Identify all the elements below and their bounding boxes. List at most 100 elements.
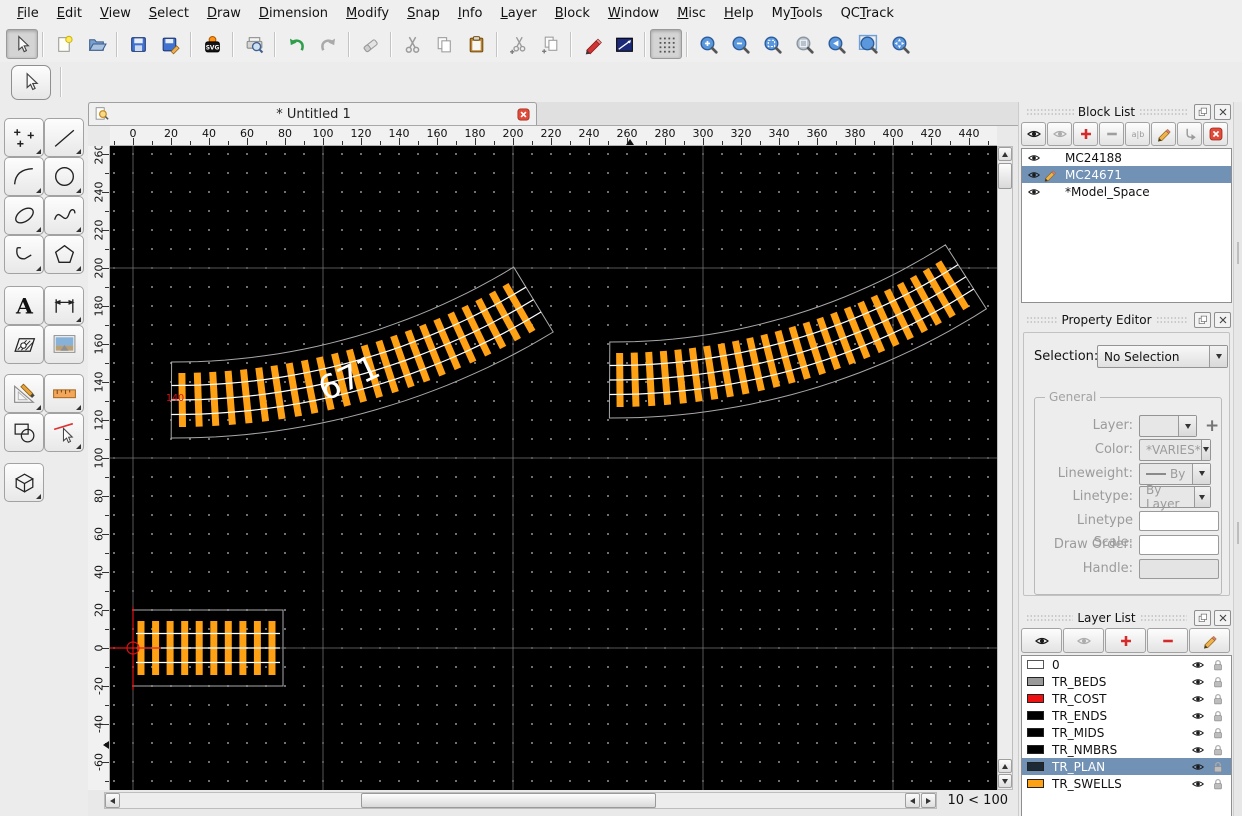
menu-item-draw[interactable]: Draw	[198, 1, 250, 26]
menu-item-dimension[interactable]: Dimension	[250, 1, 337, 26]
visibility-eye-icon[interactable]	[1191, 743, 1207, 757]
newfile-button[interactable]	[48, 29, 80, 59]
menu-item-edit[interactable]: Edit	[48, 1, 91, 26]
menu-item-mytools[interactable]: MyTools	[763, 1, 832, 26]
block-row-MC24671[interactable]: MC24671	[1022, 166, 1231, 183]
points-tool-button[interactable]	[4, 118, 44, 157]
open-button[interactable]	[80, 29, 112, 59]
menu-item-view[interactable]: View	[91, 1, 140, 26]
dimension-tool-button[interactable]	[44, 286, 84, 325]
layer-combobox[interactable]	[1139, 415, 1197, 437]
lock-icon[interactable]	[1211, 726, 1225, 740]
menu-item-block[interactable]: Block	[546, 1, 599, 26]
hatch-tool-button[interactable]	[4, 325, 44, 364]
visibility-eye-icon[interactable]	[1191, 675, 1207, 689]
arc-tool-button[interactable]	[4, 157, 44, 196]
menu-item-file[interactable]: File	[8, 1, 48, 26]
menu-item-layer[interactable]: Layer	[491, 1, 545, 26]
pen-button[interactable]	[576, 29, 608, 59]
menu-item-qctrack[interactable]: QCTrack	[832, 1, 903, 26]
save-button[interactable]	[122, 29, 154, 59]
close-panel-button[interactable]	[1214, 610, 1231, 626]
scroll-left-button-2[interactable]	[905, 793, 920, 808]
paste-button[interactable]	[460, 29, 492, 59]
color-combobox[interactable]: *VARIES*	[1139, 439, 1211, 461]
tab-close-button[interactable]	[516, 107, 531, 122]
image-tool-button[interactable]	[44, 325, 84, 364]
edit-block-button[interactable]	[1151, 122, 1176, 146]
float-panel-button[interactable]	[1194, 104, 1211, 120]
zoomauto-button[interactable]	[756, 29, 788, 59]
add-block-button[interactable]	[1073, 122, 1098, 146]
ruler-tool-button[interactable]	[44, 374, 84, 413]
menu-item-misc[interactable]: Misc	[668, 1, 715, 26]
selection-combobox[interactable]: No Selection	[1097, 345, 1228, 368]
scroll-up-button-2[interactable]	[998, 759, 1012, 773]
draw-order-field[interactable]	[1139, 535, 1219, 555]
lock-icon[interactable]	[1211, 675, 1225, 689]
visibility-eye-icon[interactable]	[1191, 658, 1207, 672]
close-block-edit-button[interactable]	[1203, 122, 1228, 146]
select-tool-button[interactable]	[11, 65, 51, 100]
zoompan-button[interactable]	[884, 29, 916, 59]
linetype-combobox[interactable]: By Layer	[1139, 486, 1211, 508]
draft-tool-button[interactable]	[4, 374, 44, 413]
visibility-eye-icon[interactable]	[1027, 151, 1043, 165]
grid-button[interactable]	[650, 29, 682, 59]
lineweight-combobox[interactable]: By	[1139, 463, 1211, 485]
layer-row-TR_PLAN[interactable]: TR_PLAN	[1022, 758, 1231, 775]
menu-item-snap[interactable]: Snap	[398, 1, 449, 26]
vertical-scrollbar[interactable]	[997, 146, 1013, 790]
block-row-MC24188[interactable]: MC24188	[1022, 149, 1231, 166]
horizontal-scroll-thumb[interactable]	[361, 793, 656, 808]
float-panel-button[interactable]	[1194, 312, 1211, 328]
scroll-up-button[interactable]	[998, 147, 1012, 161]
lock-icon[interactable]	[1211, 709, 1225, 723]
drawing-canvas[interactable]: 671140	[110, 146, 997, 790]
visibility-eye-icon[interactable]	[1191, 709, 1207, 723]
ellipse-tool-button[interactable]	[4, 196, 44, 235]
saveas-button[interactable]	[154, 29, 186, 59]
show-layer-button[interactable]	[1021, 628, 1062, 653]
vertical-scroll-thumb[interactable]	[998, 163, 1012, 189]
layer-row-TR_ENDS[interactable]: TR_ENDS	[1022, 707, 1231, 724]
visibility-eye-icon[interactable]	[1191, 777, 1207, 791]
spline-tool-button[interactable]	[44, 196, 84, 235]
menu-item-select[interactable]: Select	[140, 1, 198, 26]
printpreview-button[interactable]	[238, 29, 270, 59]
redo-button[interactable]	[312, 29, 344, 59]
zoomwindow-button[interactable]	[852, 29, 884, 59]
edit-layer-button[interactable]	[1189, 628, 1230, 653]
layer-row-TR_NMBRS[interactable]: TR_NMBRS	[1022, 741, 1231, 758]
visibility-eye-icon[interactable]	[1027, 185, 1043, 199]
lock-icon[interactable]	[1211, 692, 1225, 706]
lock-icon[interactable]	[1211, 777, 1225, 791]
splitter-handle[interactable]	[1237, 522, 1239, 544]
polyline-tool-button[interactable]	[4, 235, 44, 274]
visibility-eye-icon[interactable]	[1191, 760, 1207, 774]
right-resize-strip[interactable]	[1233, 102, 1242, 816]
layer-row-TR_COST[interactable]: TR_COST	[1022, 690, 1231, 707]
circle-tool-button[interactable]	[44, 157, 84, 196]
menu-item-help[interactable]: Help	[715, 1, 763, 26]
line-tool-button[interactable]	[44, 118, 84, 157]
float-panel-button[interactable]	[1194, 610, 1211, 626]
splitter-handle[interactable]	[1237, 242, 1239, 264]
svgexport-button[interactable]: SVG	[196, 29, 228, 59]
menu-item-modify[interactable]: Modify	[337, 1, 398, 26]
scroll-left-button[interactable]	[105, 793, 120, 808]
polygon-tool-button[interactable]	[44, 235, 84, 274]
scroll-right-button[interactable]	[921, 793, 936, 808]
show-block-button[interactable]	[1021, 122, 1046, 146]
add-layer-button[interactable]	[1105, 628, 1146, 653]
close-panel-button[interactable]	[1214, 104, 1231, 120]
layer-row-TR_BEDS[interactable]: TR_BEDS	[1022, 673, 1231, 690]
visibility-eye-icon[interactable]	[1027, 168, 1043, 182]
linetype-scale-field[interactable]	[1139, 511, 1219, 531]
tab-untitled[interactable]: * Untitled 1	[88, 102, 537, 125]
lock-icon[interactable]	[1211, 760, 1225, 774]
horizontal-scrollbar[interactable]	[104, 792, 937, 809]
text-tool-button[interactable]: A	[4, 286, 44, 325]
selectline-tool-button[interactable]	[44, 413, 84, 452]
add-layer-attribute-button[interactable]: +	[1205, 416, 1219, 436]
